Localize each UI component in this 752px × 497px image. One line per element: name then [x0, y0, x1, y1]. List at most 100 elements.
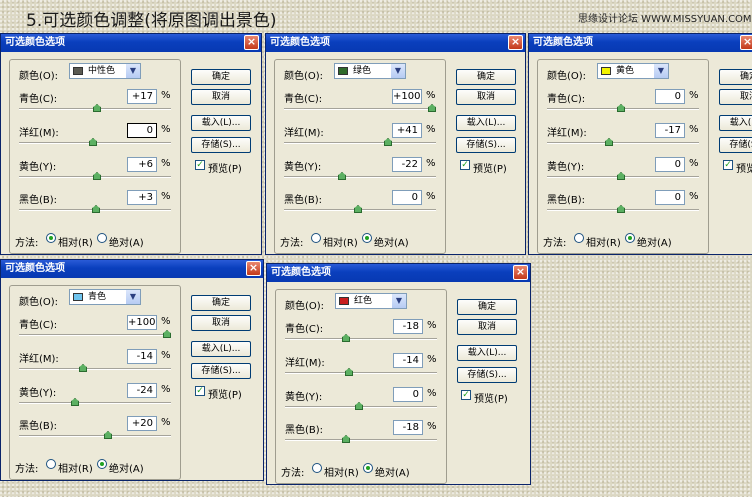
ok-button[interactable]: 确定 [719, 69, 752, 85]
cyan-slider-track[interactable] [19, 334, 171, 336]
dialog-titlebar[interactable]: 可选颜色选项 [1, 260, 263, 278]
load-button[interactable]: 载入(L)... [191, 341, 251, 357]
dialog-titlebar[interactable]: 可选颜色选项 [529, 34, 752, 52]
yellow-value-input[interactable]: -22 [392, 157, 422, 172]
preview-checkbox[interactable]: ✓ [723, 160, 733, 170]
dialog-titlebar[interactable]: 可选颜色选项 [1, 34, 261, 52]
ok-button[interactable]: 确定 [456, 69, 516, 85]
preview-checkbox[interactable]: ✓ [460, 160, 470, 170]
load-button[interactable]: 载入(L)... [719, 115, 752, 131]
cancel-button[interactable]: 取消 [456, 89, 516, 105]
relative-radio[interactable] [312, 463, 322, 473]
black-value-input[interactable]: +20 [127, 416, 157, 431]
close-icon[interactable]: × [740, 35, 752, 50]
save-button[interactable]: 存储(S)... [457, 367, 517, 383]
cyan-value-input[interactable]: +100 [392, 89, 422, 104]
close-icon[interactable]: × [244, 35, 259, 50]
yellow-slider-track[interactable] [284, 176, 436, 178]
yellow-value-input[interactable]: 0 [655, 157, 685, 172]
close-icon[interactable]: × [508, 35, 523, 50]
absolute-radio-label[interactable]: 绝对(A) [375, 464, 410, 479]
cyan-value-input[interactable]: 0 [655, 89, 685, 104]
cancel-button[interactable]: 取消 [191, 315, 251, 331]
relative-radio-label[interactable]: 相对(R) [586, 234, 621, 249]
chevron-down-icon[interactable]: ▼ [126, 290, 140, 304]
relative-radio-label[interactable]: 相对(R) [323, 234, 358, 249]
relative-radio[interactable] [574, 233, 584, 243]
black-slider-track[interactable] [285, 439, 437, 441]
black-value-input[interactable]: +3 [127, 190, 157, 205]
black-value-input[interactable]: -18 [393, 420, 423, 435]
preview-label[interactable]: 预览(P) [208, 160, 242, 175]
absolute-radio[interactable] [362, 233, 372, 243]
load-button[interactable]: 载入(L)... [191, 115, 251, 131]
absolute-radio[interactable] [97, 459, 107, 469]
cyan-value-input[interactable]: +17 [127, 89, 157, 104]
relative-radio[interactable] [46, 233, 56, 243]
preview-label[interactable]: 预览(P) [736, 160, 752, 175]
ok-button[interactable]: 确定 [191, 69, 251, 85]
magenta-slider-track[interactable] [285, 372, 437, 374]
magenta-value-input[interactable]: -14 [393, 353, 423, 368]
colors-dropdown[interactable]: 绿色 ▼ [334, 63, 406, 79]
relative-radio-label[interactable]: 相对(R) [324, 464, 359, 479]
preview-checkbox[interactable]: ✓ [195, 386, 205, 396]
magenta-slider-track[interactable] [547, 142, 699, 144]
chevron-down-icon[interactable]: ▼ [392, 294, 406, 308]
magenta-slider-track[interactable] [19, 368, 171, 370]
close-icon[interactable]: × [246, 261, 261, 276]
relative-radio[interactable] [46, 459, 56, 469]
magenta-slider-track[interactable] [284, 142, 436, 144]
yellow-value-input[interactable]: 0 [393, 387, 423, 402]
cyan-value-input[interactable]: -18 [393, 319, 423, 334]
absolute-radio[interactable] [97, 233, 107, 243]
cyan-slider-track[interactable] [284, 108, 436, 110]
cyan-slider-track[interactable] [285, 338, 437, 340]
dialog-titlebar[interactable]: 可选颜色选项 [266, 34, 525, 52]
save-button[interactable]: 存储(S)... [191, 363, 251, 379]
black-value-input[interactable]: 0 [392, 190, 422, 205]
save-button[interactable]: 存储(S)... [191, 137, 251, 153]
cancel-button[interactable]: 取消 [191, 89, 251, 105]
relative-radio-label[interactable]: 相对(R) [58, 460, 93, 475]
save-button[interactable]: 存储(S)... [456, 137, 516, 153]
magenta-value-input[interactable]: +41 [392, 123, 422, 138]
colors-dropdown[interactable]: 红色 ▼ [335, 293, 407, 309]
preview-checkbox[interactable]: ✓ [461, 390, 471, 400]
absolute-radio-label[interactable]: 绝对(A) [109, 460, 144, 475]
absolute-radio-label[interactable]: 绝对(A) [374, 234, 409, 249]
preview-label[interactable]: 预览(P) [474, 390, 508, 405]
relative-radio-label[interactable]: 相对(R) [58, 234, 93, 249]
cancel-button[interactable]: 取消 [719, 89, 752, 105]
load-button[interactable]: 载入(L)... [456, 115, 516, 131]
colors-dropdown[interactable]: 中性色 ▼ [69, 63, 141, 79]
save-button[interactable]: 存储(S)... [719, 137, 752, 153]
dialog-titlebar[interactable]: 可选颜色选项 [267, 264, 530, 282]
preview-checkbox[interactable]: ✓ [195, 160, 205, 170]
yellow-value-input[interactable]: +6 [127, 157, 157, 172]
chevron-down-icon[interactable]: ▼ [654, 64, 668, 78]
magenta-value-input[interactable]: -17 [655, 123, 685, 138]
black-slider-track[interactable] [19, 435, 171, 437]
black-value-input[interactable]: 0 [655, 190, 685, 205]
chevron-down-icon[interactable]: ▼ [126, 64, 140, 78]
close-icon[interactable]: × [513, 265, 528, 280]
magenta-value-input[interactable]: 0 [127, 123, 157, 138]
load-button[interactable]: 载入(L)... [457, 345, 517, 361]
yellow-value-input[interactable]: -24 [127, 383, 157, 398]
yellow-slider-track[interactable] [19, 402, 171, 404]
chevron-down-icon[interactable]: ▼ [391, 64, 405, 78]
absolute-radio-label[interactable]: 绝对(A) [637, 234, 672, 249]
cyan-value-input[interactable]: +100 [127, 315, 157, 330]
preview-label[interactable]: 预览(P) [208, 386, 242, 401]
ok-button[interactable]: 确定 [457, 299, 517, 315]
colors-dropdown[interactable]: 青色 ▼ [69, 289, 141, 305]
ok-button[interactable]: 确定 [191, 295, 251, 311]
colors-dropdown[interactable]: 黄色 ▼ [597, 63, 669, 79]
absolute-radio[interactable] [363, 463, 373, 473]
absolute-radio-label[interactable]: 绝对(A) [109, 234, 144, 249]
preview-label[interactable]: 预览(P) [473, 160, 507, 175]
relative-radio[interactable] [311, 233, 321, 243]
cancel-button[interactable]: 取消 [457, 319, 517, 335]
absolute-radio[interactable] [625, 233, 635, 243]
